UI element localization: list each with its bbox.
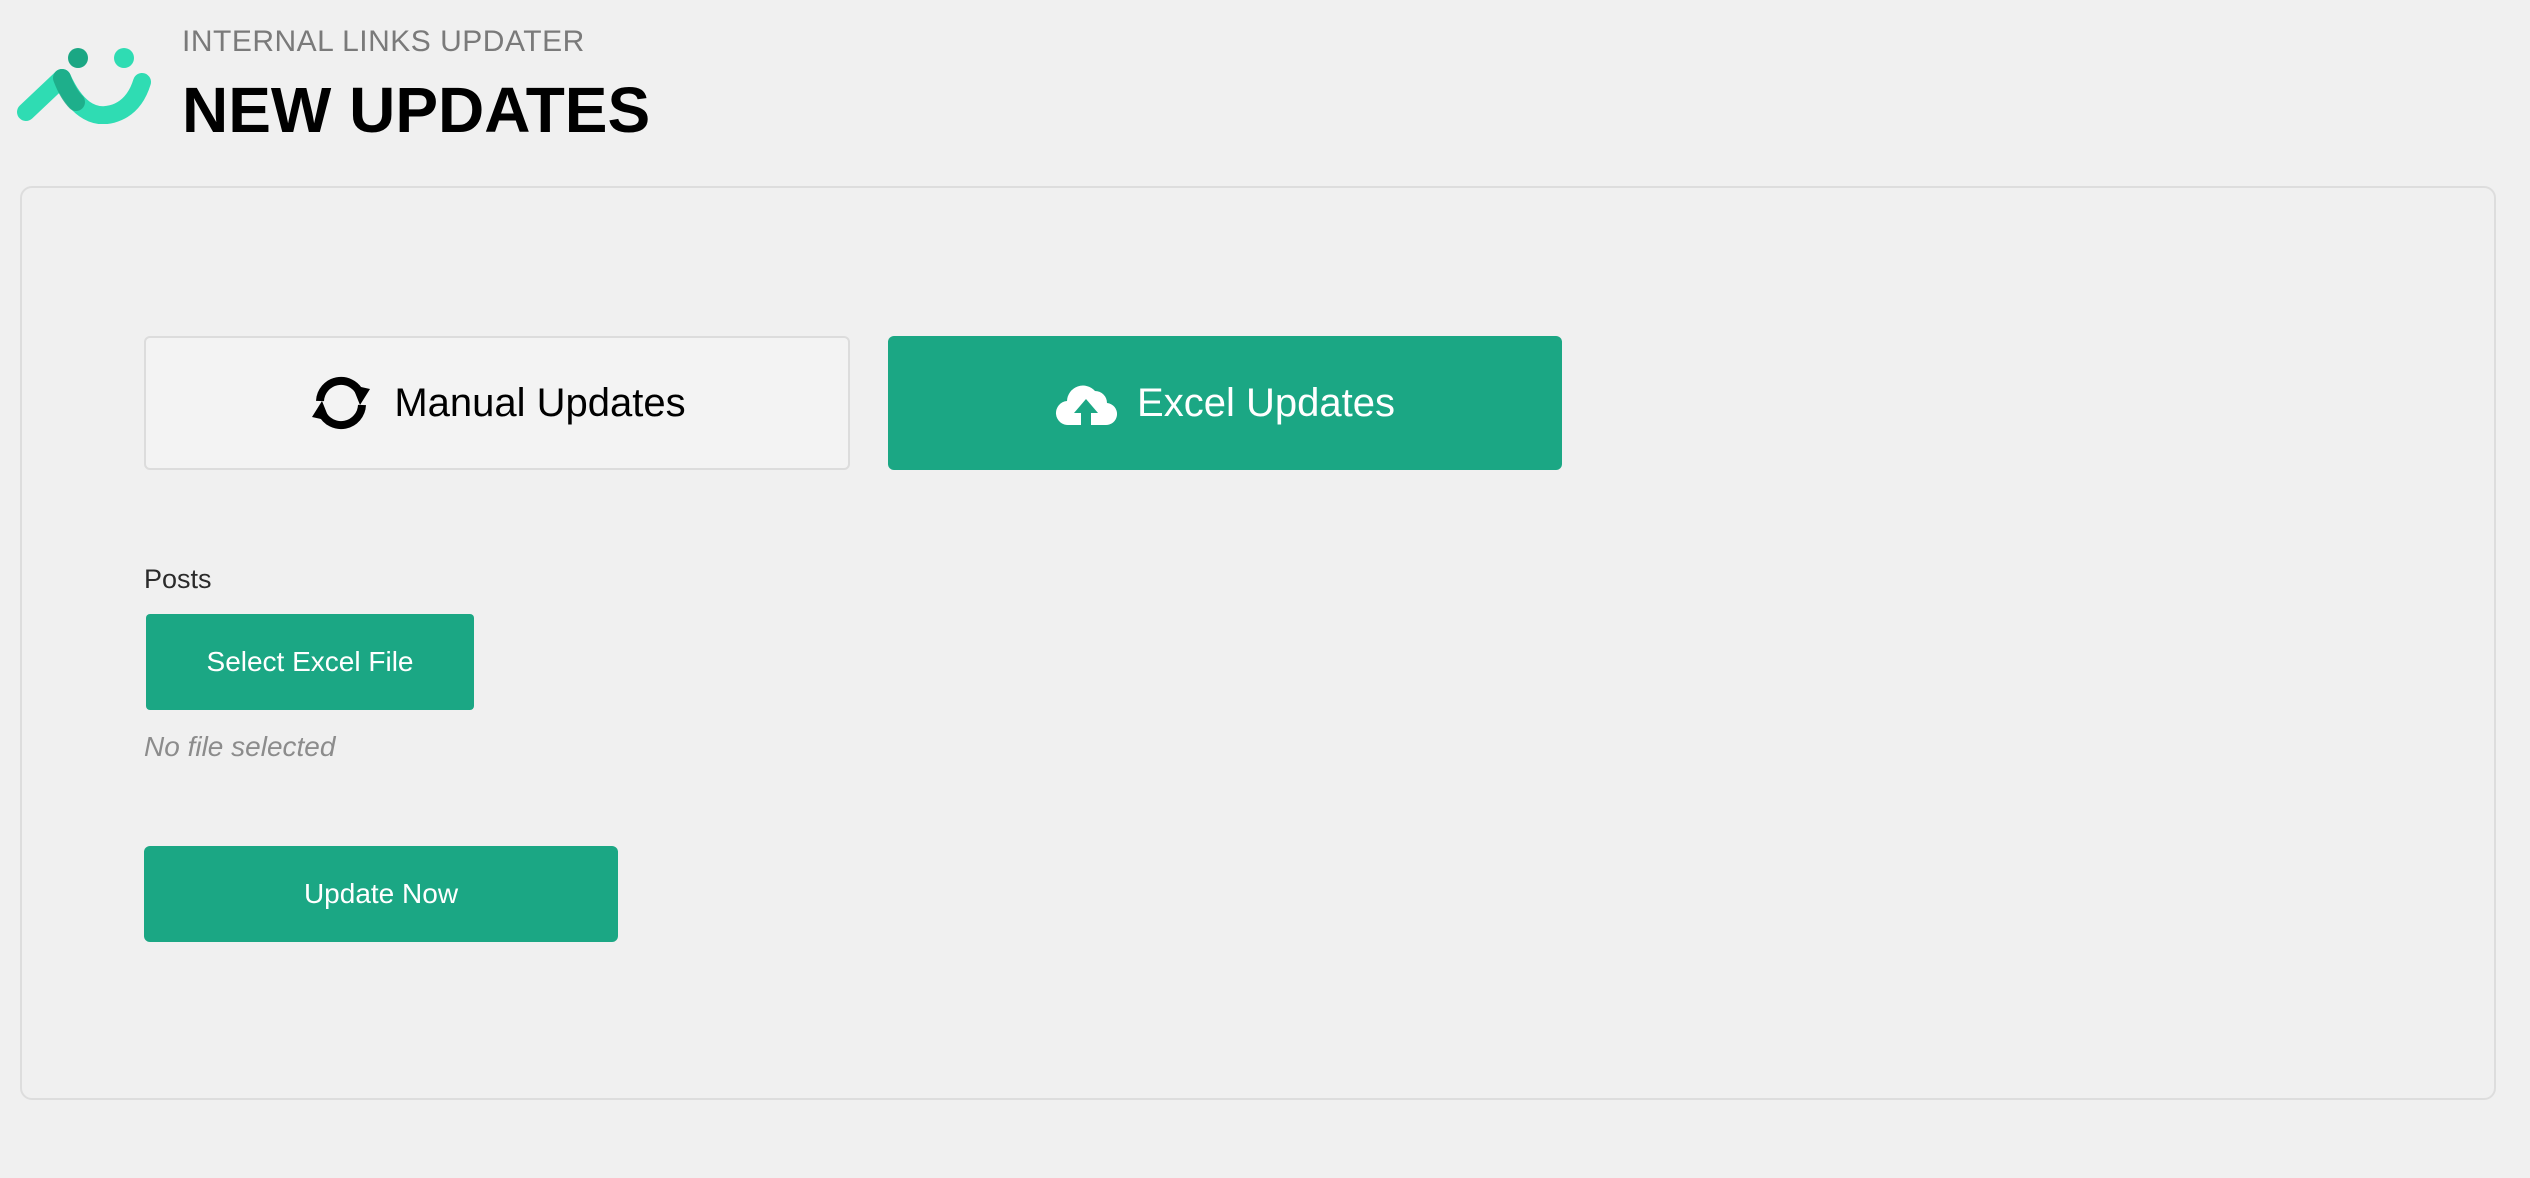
tab-manual-updates[interactable]: Manual Updates [144, 336, 850, 470]
tab-excel-updates[interactable]: Excel Updates [888, 336, 1562, 470]
page-header: INTERNAL LINKS UPDATER NEW UPDATES [0, 0, 2530, 170]
updates-panel: Manual Updates Excel Updates Posts Selec… [20, 186, 2496, 1100]
file-status-text: No file selected [144, 731, 336, 762]
smile-logo-icon [17, 48, 151, 124]
sync-icon [308, 375, 374, 431]
tab-manual-updates-label: Manual Updates [394, 380, 686, 425]
update-now-button[interactable]: Update Now [144, 846, 618, 942]
tab-excel-updates-label: Excel Updates [1137, 380, 1395, 425]
select-excel-file-button[interactable]: Select Excel File [146, 614, 474, 710]
cloud-upload-icon [1055, 379, 1118, 427]
page-title: NEW UPDATES [182, 74, 651, 146]
posts-label: Posts [144, 564, 212, 594]
app-eyebrow-title: INTERNAL LINKS UPDATER [182, 25, 585, 58]
